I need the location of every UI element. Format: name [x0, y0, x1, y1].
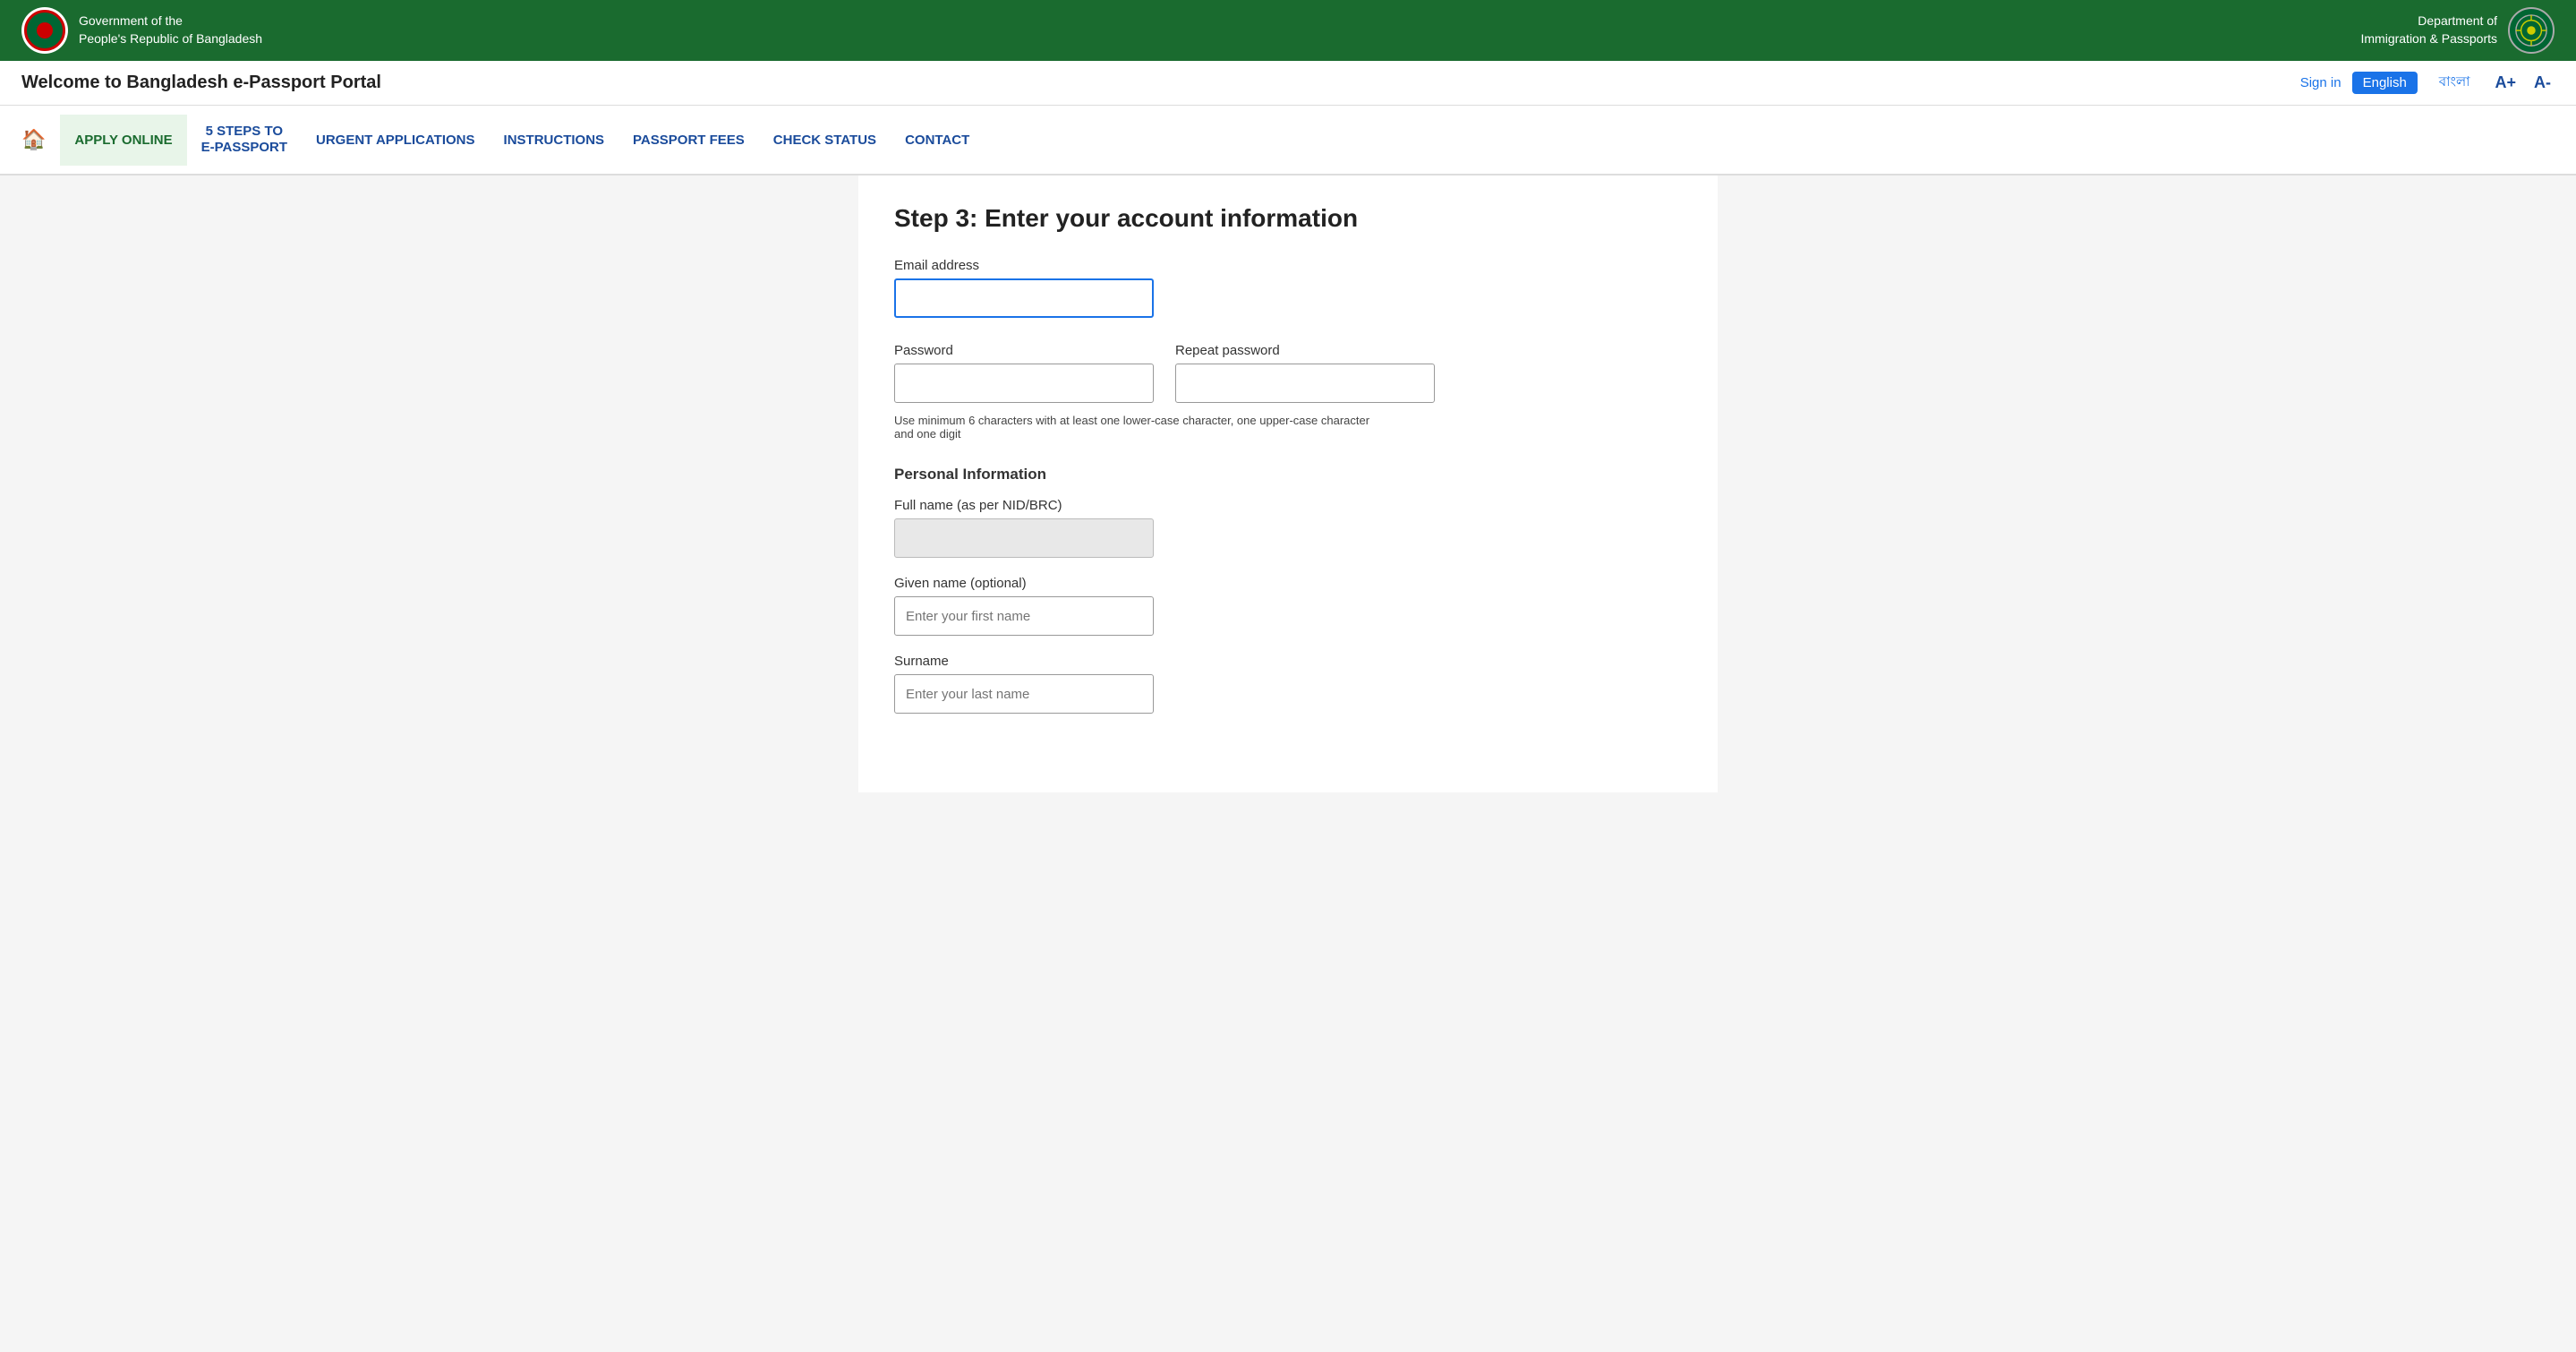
sign-in-link[interactable]: Sign in — [2300, 75, 2341, 90]
personal-info-label: Personal Information — [894, 466, 1682, 483]
surname-input[interactable] — [894, 674, 1154, 714]
nav-item-contact[interactable]: CONTACT — [891, 115, 984, 166]
email-label: Email address — [894, 258, 1682, 273]
font-decrease-button[interactable]: A- — [2530, 72, 2555, 94]
nav-item-apply-online[interactable]: APPLY ONLINE — [60, 115, 186, 166]
nav-title-area: Welcome to Bangladesh e-Passport Portal — [21, 73, 381, 93]
password-label: Password — [894, 343, 1154, 358]
top-header: Government of the People's Republic of B… — [0, 0, 2576, 61]
surname-label: Surname — [894, 654, 1682, 669]
email-section: Email address — [894, 258, 1682, 318]
main-nav: 🏠 APPLY ONLINE 5 STEPS TOe-PASSPORT URGE… — [0, 106, 2576, 175]
password-group: Password — [894, 343, 1154, 403]
repeat-password-input[interactable] — [1175, 364, 1435, 403]
passport-emblem-icon — [2514, 13, 2548, 47]
email-input[interactable] — [894, 278, 1154, 318]
nav-bar: Welcome to Bangladesh e-Passport Portal … — [0, 61, 2576, 106]
nav-bar-right: Sign in English বাংলা A+ A- — [2300, 68, 2555, 98]
repeat-password-group: Repeat password — [1175, 343, 1435, 403]
passport-logo — [2508, 7, 2555, 54]
nav-item-passport-fees[interactable]: PASSPORT FEES — [618, 115, 759, 166]
page-title: Step 3: Enter your account information — [894, 204, 1682, 233]
bangla-language-button[interactable]: বাংলা — [2428, 68, 2481, 98]
header-left: Government of the People's Republic of B… — [21, 7, 262, 54]
given-name-label: Given name (optional) — [894, 576, 1682, 591]
header-right: Department of Immigration & Passports — [2361, 7, 2555, 54]
password-section: Password Repeat password Use minimum 6 c… — [894, 343, 1682, 441]
home-button[interactable]: 🏠 — [21, 117, 60, 162]
password-hint: Use minimum 6 characters with at least o… — [894, 414, 1386, 441]
bangladesh-logo — [21, 7, 68, 54]
nav-item-5-steps[interactable]: 5 STEPS TOe-PASSPORT — [187, 106, 302, 174]
home-icon: 🏠 — [21, 128, 46, 150]
repeat-password-label: Repeat password — [1175, 343, 1435, 358]
given-name-input[interactable] — [894, 596, 1154, 636]
full-name-label: Full name (as per NID/BRC) — [894, 498, 1682, 513]
surname-group: Surname — [894, 654, 1682, 714]
bd-flag-icon — [24, 10, 65, 51]
given-name-group: Given name (optional) — [894, 576, 1682, 636]
font-increase-button[interactable]: A+ — [2491, 72, 2520, 94]
nav-item-check-status[interactable]: CHECK STATUS — [759, 115, 891, 166]
nav-item-instructions[interactable]: INSTRUCTIONS — [490, 115, 619, 166]
government-text: Government of the People's Republic of B… — [79, 13, 262, 47]
nav-item-urgent[interactable]: URGENT APPLICATIONS — [302, 115, 490, 166]
password-input[interactable] — [894, 364, 1154, 403]
main-content: Step 3: Enter your account information E… — [858, 175, 1718, 792]
department-text: Department of Immigration & Passports — [2361, 13, 2498, 47]
personal-info-section: Personal Information Full name (as per N… — [894, 466, 1682, 714]
english-language-button[interactable]: English — [2352, 72, 2418, 94]
portal-title: Welcome to Bangladesh e-Passport Portal — [21, 73, 381, 93]
full-name-input[interactable] — [894, 518, 1154, 558]
password-row: Password Repeat password — [894, 343, 1682, 403]
full-name-group: Full name (as per NID/BRC) — [894, 498, 1682, 558]
